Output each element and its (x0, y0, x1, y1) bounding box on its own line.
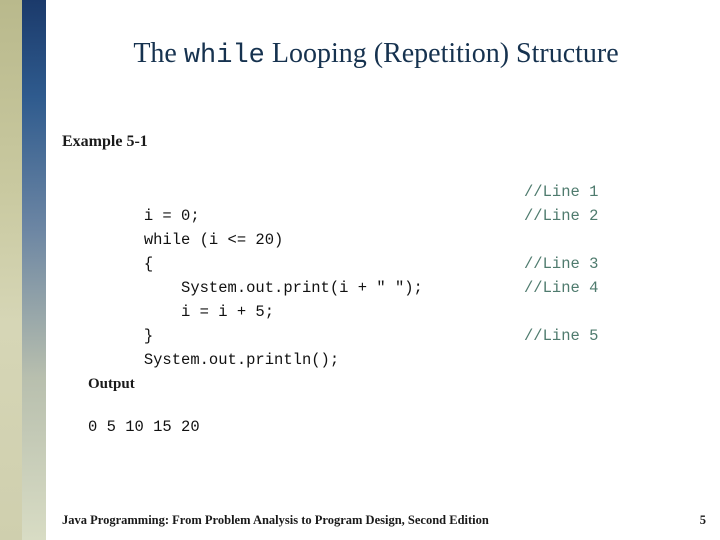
code-comment: //Line 3 (524, 255, 599, 273)
page-title: The while Looping (Repetition) Structure (46, 38, 706, 71)
code-row: System.out.println(); //Line 5 (88, 324, 668, 369)
page-number: 5 (699, 513, 706, 527)
left-gradient-bar (22, 0, 46, 540)
code-comment: //Line 1 (524, 183, 599, 201)
code-comment: //Line 2 (524, 207, 599, 225)
output-label: Output (88, 376, 135, 392)
code-block: i = 0; //Line 1 while (i <= 20) //Line 2… (88, 180, 668, 369)
title-suffix: Looping (Repetition) Structure (264, 38, 619, 69)
code-comment: //Line 4 (524, 279, 599, 297)
code-row: while (i <= 20) //Line 2 (88, 204, 668, 249)
left-accent-bar (0, 0, 22, 540)
footer-text: Java Programming: From Problem Analysis … (62, 513, 489, 527)
example-label: Example 5-1 (62, 133, 148, 150)
code-row: System.out.print(i + " "); //Line 3 (88, 252, 668, 297)
code-row: i = i + 5; //Line 4 (88, 276, 668, 321)
code-row: { (88, 228, 668, 273)
slide: The while Looping (Repetition) Structure… (0, 0, 720, 540)
title-keyword: while (183, 41, 265, 71)
code-text: System.out.println(); (143, 351, 340, 369)
code-comment: //Line 5 (524, 327, 599, 345)
code-row: } (88, 300, 668, 345)
title-prefix: The (133, 38, 184, 69)
code-row: i = 0; //Line 1 (88, 180, 668, 225)
output-value: 0 5 10 15 20 (88, 418, 200, 436)
